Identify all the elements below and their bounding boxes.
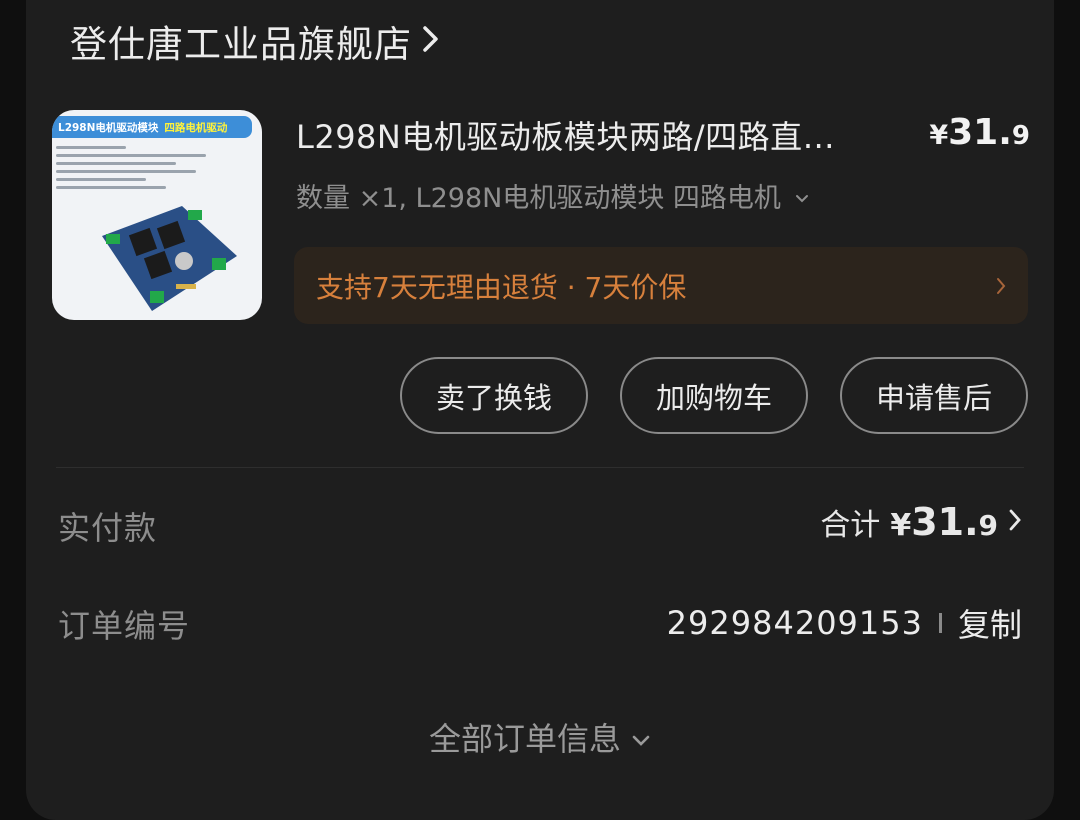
product-price: ¥31.9 (929, 112, 1030, 153)
chevron-right-icon (1008, 508, 1022, 536)
shop-link[interactable]: 登仕唐工业品旗舰店 (70, 16, 440, 66)
payment-label: 实付款 (58, 509, 158, 547)
add-to-cart-button[interactable]: 加购物车 (620, 357, 808, 434)
product-title[interactable]: L298N电机驱动板模块两路/四路直… (296, 112, 896, 158)
product-thumbnail[interactable]: L298N电机驱动模块 四路电机驱动 (52, 110, 262, 320)
order-number: 292984209153 (666, 604, 923, 642)
service-guarantee-bar[interactable]: 支持7天无理由退货 · 7天价保 (294, 247, 1028, 324)
order-number-row: 292984209153 复制 (667, 600, 1022, 646)
service-text: 支持7天无理由退货 · 7天价保 (316, 270, 687, 304)
chevron-down-icon (631, 718, 651, 756)
product-spec[interactable]: 数量 ×1, L298N电机驱动模块 四路电机 (296, 176, 809, 215)
sell-button[interactable]: 卖了换钱 (400, 357, 588, 434)
after-sales-button[interactable]: 申请售后 (840, 357, 1028, 434)
shop-name: 登仕唐工业品旗舰店 (70, 23, 412, 66)
all-order-info-toggle[interactable]: 全部订单信息 (0, 714, 1080, 760)
copy-button[interactable]: 复制 (958, 600, 1022, 646)
chevron-right-icon (996, 269, 1006, 302)
chevron-down-icon (795, 180, 809, 211)
chevron-right-icon (422, 24, 440, 58)
order-number-label: 订单编号 (58, 607, 191, 645)
separator (938, 613, 942, 633)
payment-amount: ¥31.9 (890, 500, 998, 544)
payment-total[interactable]: 合计 ¥31.9 (820, 500, 1022, 544)
thumbnail-banner: L298N电机驱动模块 四路电机驱动 (52, 116, 252, 138)
circuit-board-image (102, 206, 237, 311)
divider (56, 467, 1024, 468)
